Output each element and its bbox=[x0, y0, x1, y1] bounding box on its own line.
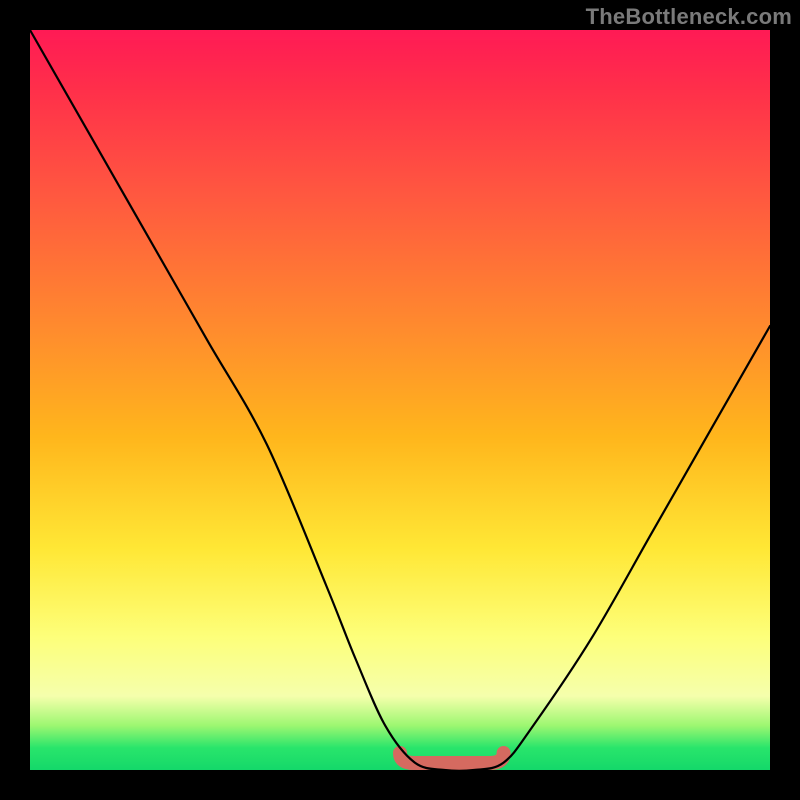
chart-stage: TheBottleneck.com bbox=[0, 0, 800, 800]
bottleneck-curve-line bbox=[30, 30, 770, 771]
curve-svg bbox=[30, 30, 770, 770]
chart-plot-area bbox=[30, 30, 770, 770]
watermark-text: TheBottleneck.com bbox=[586, 4, 792, 30]
optimal-basin-highlight bbox=[400, 753, 504, 763]
